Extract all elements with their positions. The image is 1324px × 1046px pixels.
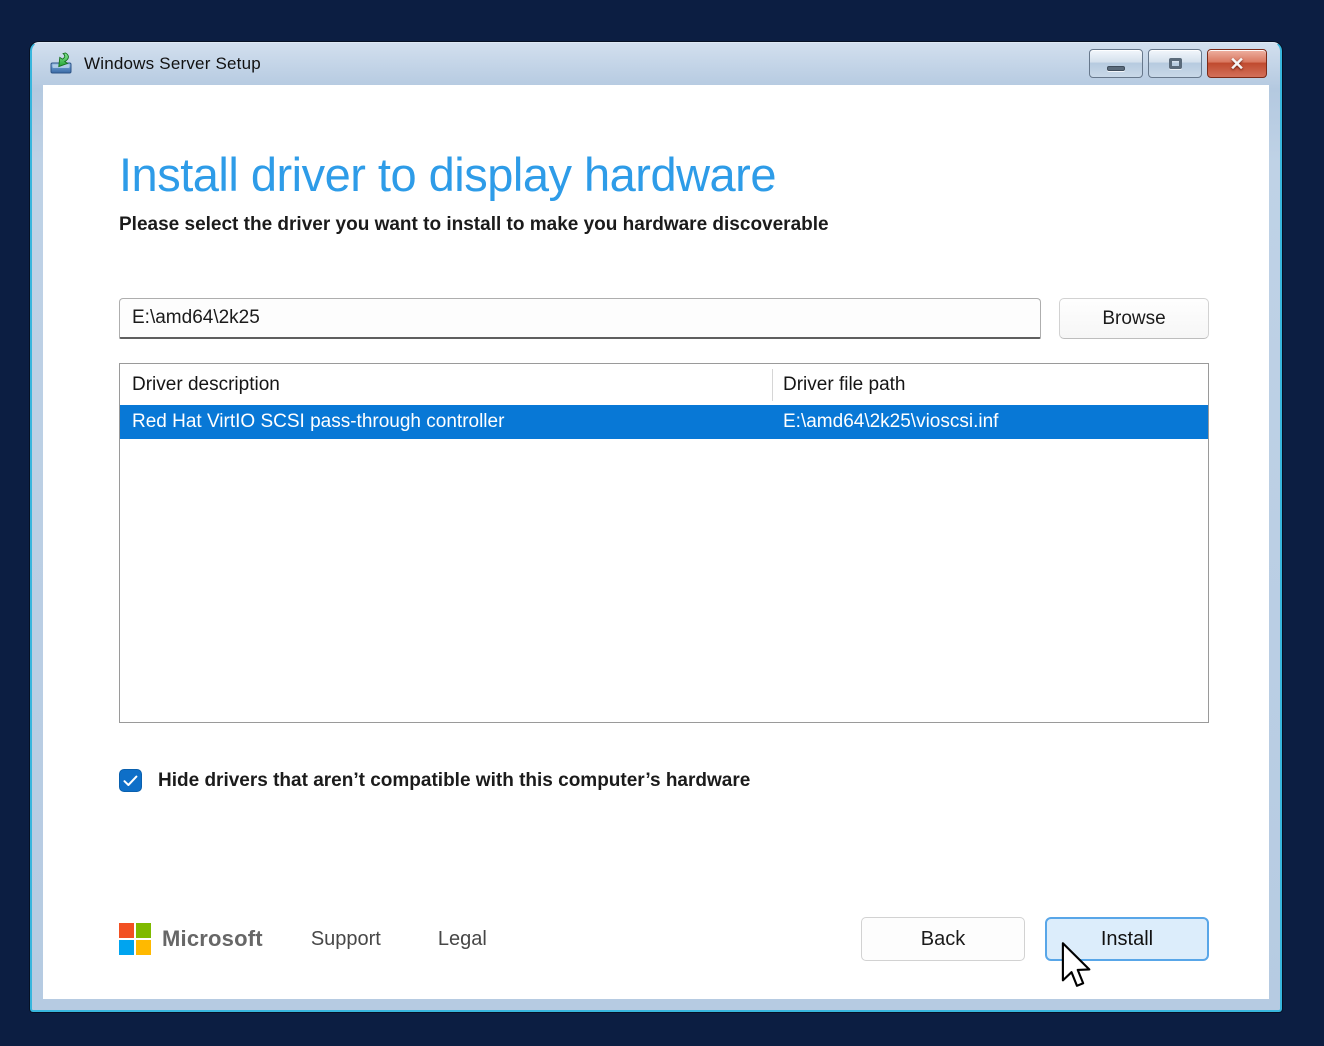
driver-path-input[interactable] [119, 298, 1041, 339]
checkmark-icon [123, 775, 138, 787]
driver-row-selected[interactable]: Red Hat VirtIO SCSI pass-through control… [120, 405, 1208, 439]
title-bar[interactable]: Windows Server Setup ✕ [32, 43, 1280, 85]
driver-description-cell: Red Hat VirtIO SCSI pass-through control… [120, 411, 773, 433]
back-button[interactable]: Back [861, 917, 1025, 961]
dialog-footer: Microsoft Support Legal Back Install [119, 917, 1209, 961]
setup-window: Windows Server Setup ✕ Install driver to… [30, 42, 1282, 1012]
install-button[interactable]: Install [1045, 917, 1209, 961]
microsoft-logo-icon [119, 923, 151, 955]
compatibility-filter-row: Hide drivers that aren’t compatible with… [119, 769, 1209, 792]
driver-file-path-cell: E:\amd64\2k25\vioscsi.inf [773, 411, 1208, 433]
hide-incompatible-checkbox[interactable] [119, 769, 142, 792]
driver-list-header: Driver description Driver file path [120, 364, 1208, 405]
page-subtitle: Please select the driver you want to ins… [119, 214, 1209, 236]
maximize-button[interactable] [1148, 49, 1202, 78]
page-title: Install driver to display hardware [119, 147, 1209, 203]
minimize-icon [1107, 66, 1125, 71]
hide-incompatible-label[interactable]: Hide drivers that aren’t compatible with… [158, 770, 750, 792]
maximize-icon [1169, 58, 1182, 69]
browse-button[interactable]: Browse [1059, 298, 1209, 339]
installer-app-icon [48, 52, 74, 76]
column-header-driver-file-path[interactable]: Driver file path [773, 374, 1208, 396]
driver-list[interactable]: Driver description Driver file path Red … [119, 363, 1209, 723]
window-controls: ✕ [1089, 49, 1267, 78]
close-button[interactable]: ✕ [1207, 49, 1267, 78]
minimize-button[interactable] [1089, 49, 1143, 78]
column-header-driver-description[interactable]: Driver description [120, 369, 773, 401]
support-link[interactable]: Support [311, 928, 381, 951]
dialog-content: Install driver to display hardware Pleas… [43, 85, 1269, 999]
legal-link[interactable]: Legal [438, 928, 487, 951]
window-title: Windows Server Setup [84, 54, 261, 74]
driver-path-row: Browse [119, 298, 1209, 339]
microsoft-wordmark: Microsoft [162, 926, 263, 952]
close-icon: ✕ [1229, 55, 1244, 73]
